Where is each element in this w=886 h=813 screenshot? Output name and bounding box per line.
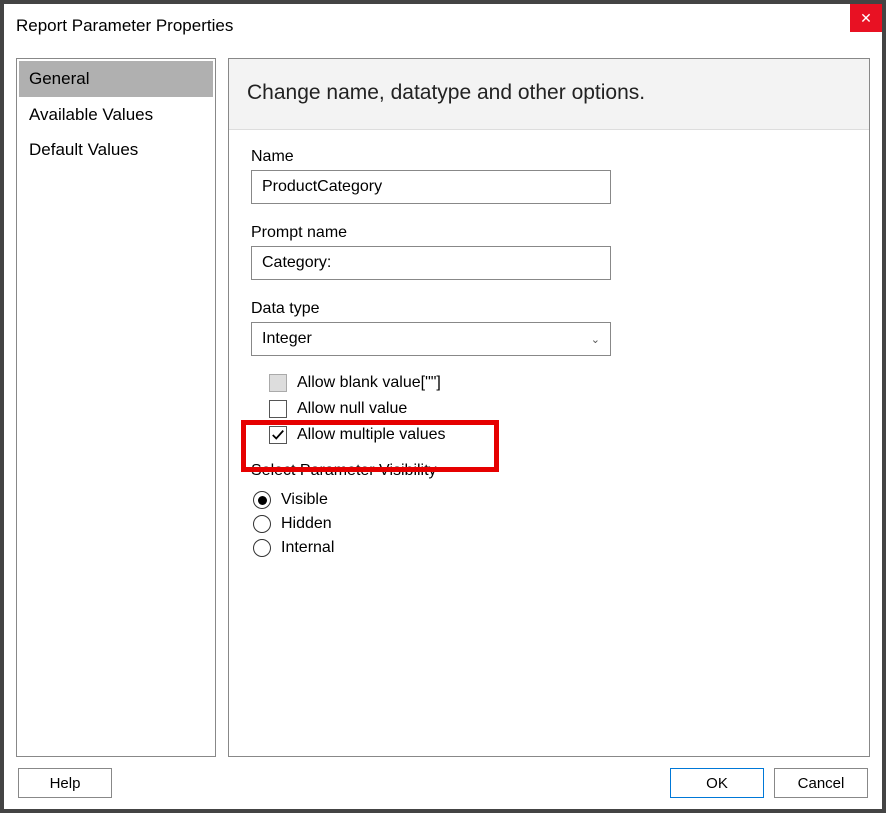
sidebar: General Available Values Default Values	[16, 58, 216, 757]
visibility-internal-radio[interactable]	[253, 539, 271, 557]
visibility-option-label: Hidden	[281, 515, 332, 533]
prompt-input[interactable]	[251, 246, 611, 280]
window-title: Report Parameter Properties	[16, 16, 233, 36]
radio-dot	[258, 496, 267, 505]
allow-null-row: Allow null value	[251, 396, 847, 422]
visibility-hidden-radio[interactable]	[253, 515, 271, 533]
allow-null-checkbox[interactable]	[269, 400, 287, 418]
check-icon	[271, 428, 285, 442]
visibility-label: Select Parameter Visibility	[251, 462, 847, 480]
visibility-visible-row: Visible	[251, 488, 847, 512]
sidebar-item-label: General	[29, 69, 89, 88]
visibility-visible-radio[interactable]	[253, 491, 271, 509]
sidebar-item-label: Default Values	[29, 140, 138, 159]
panel-header: Change name, datatype and other options.	[229, 59, 869, 130]
dialog-body: General Available Values Default Values …	[4, 48, 882, 757]
sidebar-item-label: Available Values	[29, 105, 153, 124]
allow-multiple-checkbox[interactable]	[269, 426, 287, 444]
close-button[interactable]: ✕	[850, 4, 882, 32]
allow-multiple-row: Allow multiple values	[251, 422, 847, 448]
name-input[interactable]	[251, 170, 611, 204]
allow-blank-checkbox	[269, 374, 287, 392]
chevron-down-icon: ⌄	[591, 333, 600, 346]
main-panel: Change name, datatype and other options.…	[228, 58, 870, 757]
name-label: Name	[251, 148, 847, 166]
panel-content: Name Prompt name Data type Integer ⌄ All…	[229, 130, 869, 578]
sidebar-item-available-values[interactable]: Available Values	[19, 97, 213, 133]
dialog-window: Report Parameter Properties ✕ General Av…	[0, 0, 886, 813]
allow-multiple-label: Allow multiple values	[297, 426, 446, 444]
visibility-hidden-row: Hidden	[251, 512, 847, 536]
visibility-option-label: Internal	[281, 539, 334, 557]
visibility-option-label: Visible	[281, 491, 328, 509]
sidebar-item-default-values[interactable]: Default Values	[19, 132, 213, 168]
ok-button[interactable]: OK	[670, 768, 764, 798]
visibility-internal-row: Internal	[251, 536, 847, 560]
close-icon: ✕	[860, 10, 872, 26]
allow-null-label: Allow null value	[297, 400, 407, 418]
help-button[interactable]: Help	[18, 768, 112, 798]
sidebar-item-general[interactable]: General	[19, 61, 213, 97]
allow-blank-label: Allow blank value[""]	[297, 374, 441, 392]
prompt-label: Prompt name	[251, 224, 847, 242]
allow-blank-row: Allow blank value[""]	[251, 370, 847, 396]
datatype-value: Integer	[262, 330, 312, 348]
cancel-button[interactable]: Cancel	[774, 768, 868, 798]
datatype-select[interactable]: Integer ⌄	[251, 322, 611, 356]
datatype-label: Data type	[251, 300, 847, 318]
titlebar: Report Parameter Properties ✕	[4, 4, 882, 48]
dialog-footer: Help OK Cancel	[4, 757, 882, 809]
